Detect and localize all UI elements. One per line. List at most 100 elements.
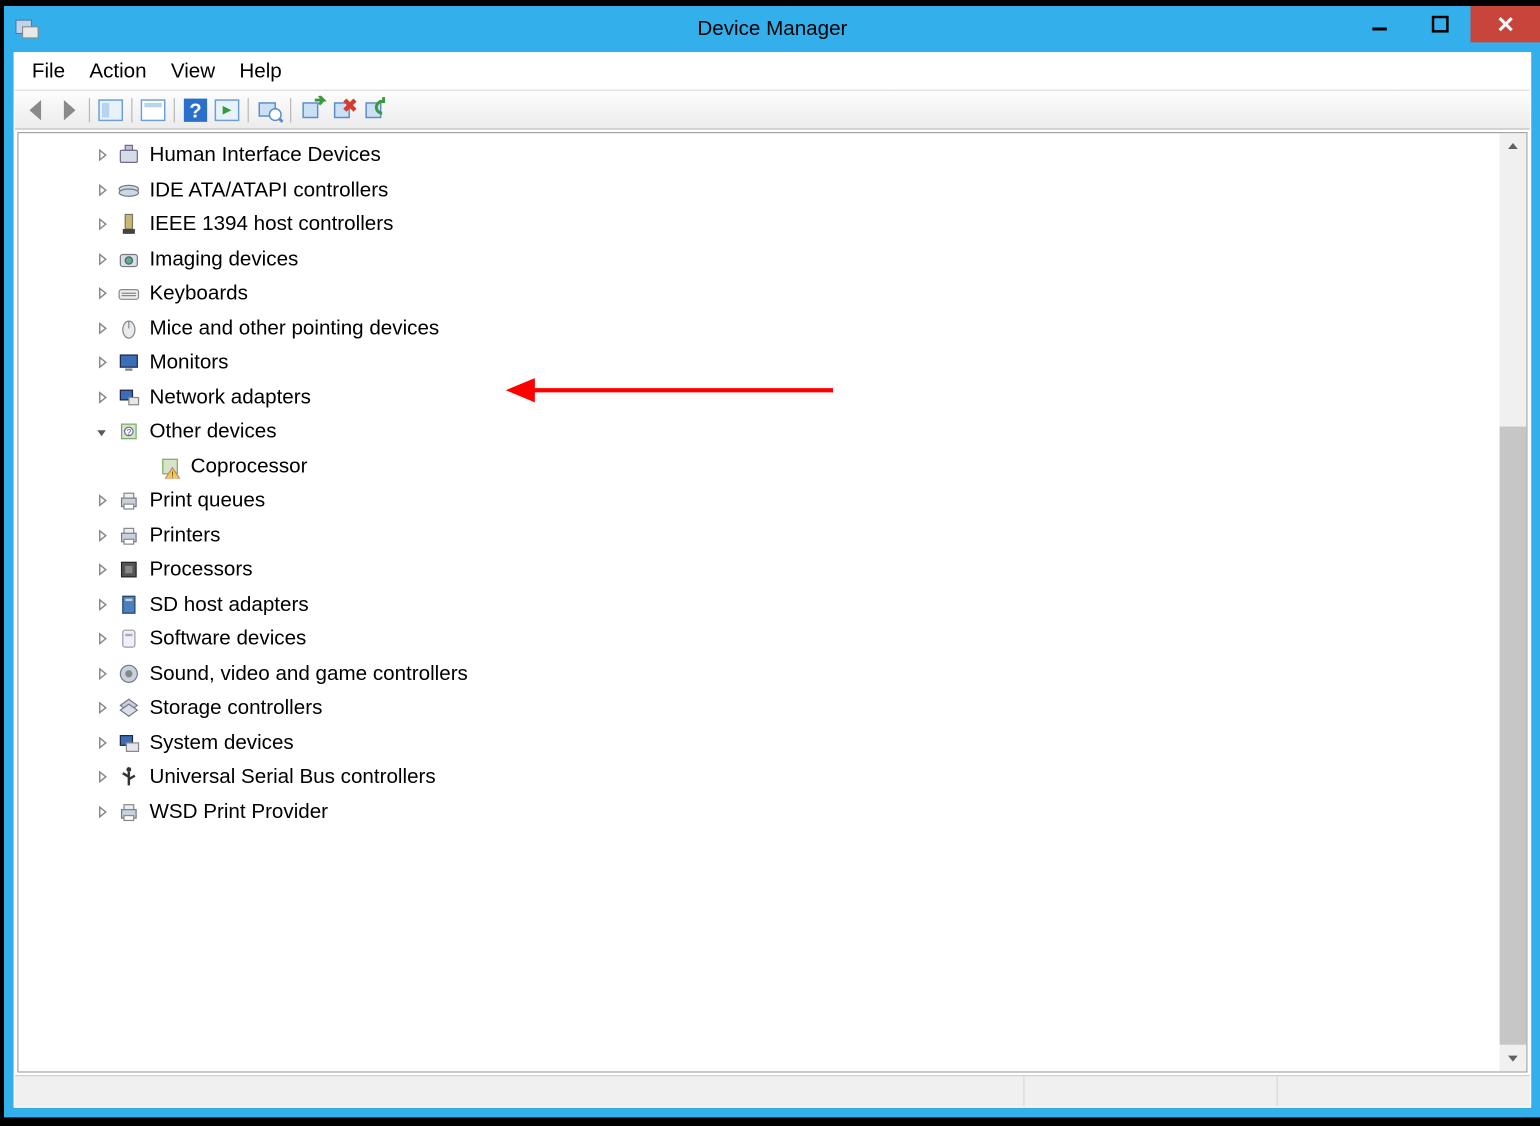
monitor-icon <box>116 349 143 376</box>
caret-right-icon[interactable] <box>94 492 111 509</box>
caret-right-icon[interactable] <box>94 320 111 337</box>
toolbar-separator <box>131 98 132 122</box>
tree-item[interactable]: Network adapters <box>19 380 1500 415</box>
tree-item-label: IEEE 1394 host controllers <box>149 212 393 236</box>
menu-help[interactable]: Help <box>230 57 292 86</box>
forward-icon[interactable] <box>54 95 83 124</box>
tree-item-label: Monitors <box>149 351 228 375</box>
printer-icon <box>116 798 143 825</box>
show-tree-icon[interactable] <box>96 95 125 124</box>
tree-item[interactable]: WSD Print Provider <box>19 794 1500 829</box>
imaging-icon <box>116 246 143 273</box>
vertical-scrollbar[interactable] <box>1500 133 1527 1071</box>
action-center-icon[interactable] <box>212 95 241 124</box>
tree-item[interactable]: IDE ATA/ATAPI controllers <box>19 173 1500 208</box>
tree-item-label: Printers <box>149 523 220 547</box>
tree-item[interactable]: Human Interface Devices <box>19 138 1500 173</box>
caret-right-icon[interactable] <box>94 354 111 371</box>
tree-item[interactable]: Universal Serial Bus controllers <box>19 760 1500 795</box>
tree-item[interactable]: Processors <box>19 553 1500 588</box>
scroll-up-button[interactable] <box>1500 133 1527 160</box>
tree-item[interactable]: Monitors <box>19 345 1500 380</box>
properties-icon[interactable] <box>139 95 168 124</box>
close-button[interactable] <box>1471 6 1540 42</box>
caret-right-icon[interactable] <box>94 769 111 786</box>
caret-right-icon[interactable] <box>94 389 111 406</box>
sound-icon <box>116 660 143 687</box>
tree-item[interactable]: System devices <box>19 725 1500 760</box>
window-controls <box>1349 6 1540 42</box>
printer-icon <box>116 522 143 549</box>
caret-right-icon[interactable] <box>94 181 111 198</box>
tree-item[interactable]: Keyboards <box>19 276 1500 311</box>
svg-text:?: ? <box>126 427 131 437</box>
toolbar-separator <box>89 98 90 122</box>
caret-right-icon[interactable] <box>94 665 111 682</box>
tree-item[interactable]: Software devices <box>19 622 1500 657</box>
tree-item[interactable]: Sound, video and game controllers <box>19 656 1500 691</box>
caret-right-icon[interactable] <box>94 803 111 820</box>
menu-view[interactable]: View <box>161 57 225 86</box>
printer-icon <box>116 487 143 514</box>
system-icon <box>116 729 143 756</box>
tree-item[interactable]: ? Other devices <box>19 414 1500 449</box>
caret-right-icon[interactable] <box>94 561 111 578</box>
tree-child-item[interactable]: ! Coprocessor <box>19 449 1500 484</box>
enable-device-icon[interactable] <box>297 95 326 124</box>
caret-right-icon[interactable] <box>94 630 111 647</box>
chip-warn-icon: ! <box>157 453 184 480</box>
update-driver-icon[interactable] <box>360 95 389 124</box>
sdcard-icon <box>116 591 143 618</box>
caret-right-icon[interactable] <box>94 596 111 613</box>
keyboard-icon <box>116 280 143 307</box>
menu-action[interactable]: Action <box>80 57 157 86</box>
help-icon[interactable]: ? <box>181 95 210 124</box>
ide-icon <box>116 177 143 204</box>
caret-right-icon[interactable] <box>94 527 111 544</box>
device-manager-window: Device Manager File Action View Help <box>4 6 1540 1117</box>
status-cell <box>15 1076 1025 1106</box>
tree-item[interactable]: Imaging devices <box>19 242 1500 277</box>
network-icon <box>116 384 143 411</box>
caret-right-icon[interactable] <box>94 251 111 268</box>
tree-item-label: Network adapters <box>149 385 310 409</box>
device-tree[interactable]: Human Interface Devices IDE ATA/ATAPI con… <box>19 133 1500 1071</box>
tree-item-label: Human Interface Devices <box>149 143 380 167</box>
tree-item-label: Imaging devices <box>149 247 298 271</box>
tree-item-label: Coprocessor <box>191 454 308 478</box>
tree-item-label: Software devices <box>149 627 306 651</box>
caret-right-icon[interactable] <box>94 285 111 302</box>
ieee1394-icon <box>116 211 143 238</box>
caret-down-icon[interactable] <box>94 423 111 440</box>
maximize-button[interactable] <box>1410 6 1471 42</box>
tree-item[interactable]: Print queues <box>19 484 1500 519</box>
storage-icon <box>116 695 143 722</box>
tree-item-label: Processors <box>149 558 252 582</box>
menu-file[interactable]: File <box>22 57 75 86</box>
software-icon <box>116 626 143 653</box>
toolbar-separator <box>248 98 249 122</box>
caret-right-icon[interactable] <box>94 216 111 233</box>
caret-right-icon[interactable] <box>94 147 111 164</box>
minimize-button[interactable] <box>1349 6 1410 42</box>
tree-item[interactable]: Mice and other pointing devices <box>19 311 1500 346</box>
tree-item-label: Sound, video and game controllers <box>149 661 467 685</box>
scroll-down-button[interactable] <box>1500 1045 1527 1072</box>
uninstall-icon[interactable] <box>329 95 358 124</box>
scroll-thumb[interactable] <box>1500 427 1527 1045</box>
tree-item[interactable]: Storage controllers <box>19 691 1500 726</box>
tree-item-label: WSD Print Provider <box>149 800 328 824</box>
tree-item[interactable]: SD host adapters <box>19 587 1500 622</box>
toolbar-separator <box>290 98 291 122</box>
caret-right-icon[interactable] <box>94 700 111 717</box>
cpu-icon <box>116 557 143 584</box>
back-icon[interactable] <box>22 95 51 124</box>
scroll-track[interactable] <box>1500 160 1527 1045</box>
caret-right-icon[interactable] <box>94 734 111 751</box>
tree-item-label: Keyboards <box>149 281 248 305</box>
tree-item-label: Other devices <box>149 420 276 444</box>
client-area: File Action View Help ? Human Interface <box>14 52 1531 1108</box>
scan-hardware-icon[interactable] <box>255 95 284 124</box>
tree-item[interactable]: Printers <box>19 518 1500 553</box>
tree-item[interactable]: IEEE 1394 host controllers <box>19 207 1500 242</box>
